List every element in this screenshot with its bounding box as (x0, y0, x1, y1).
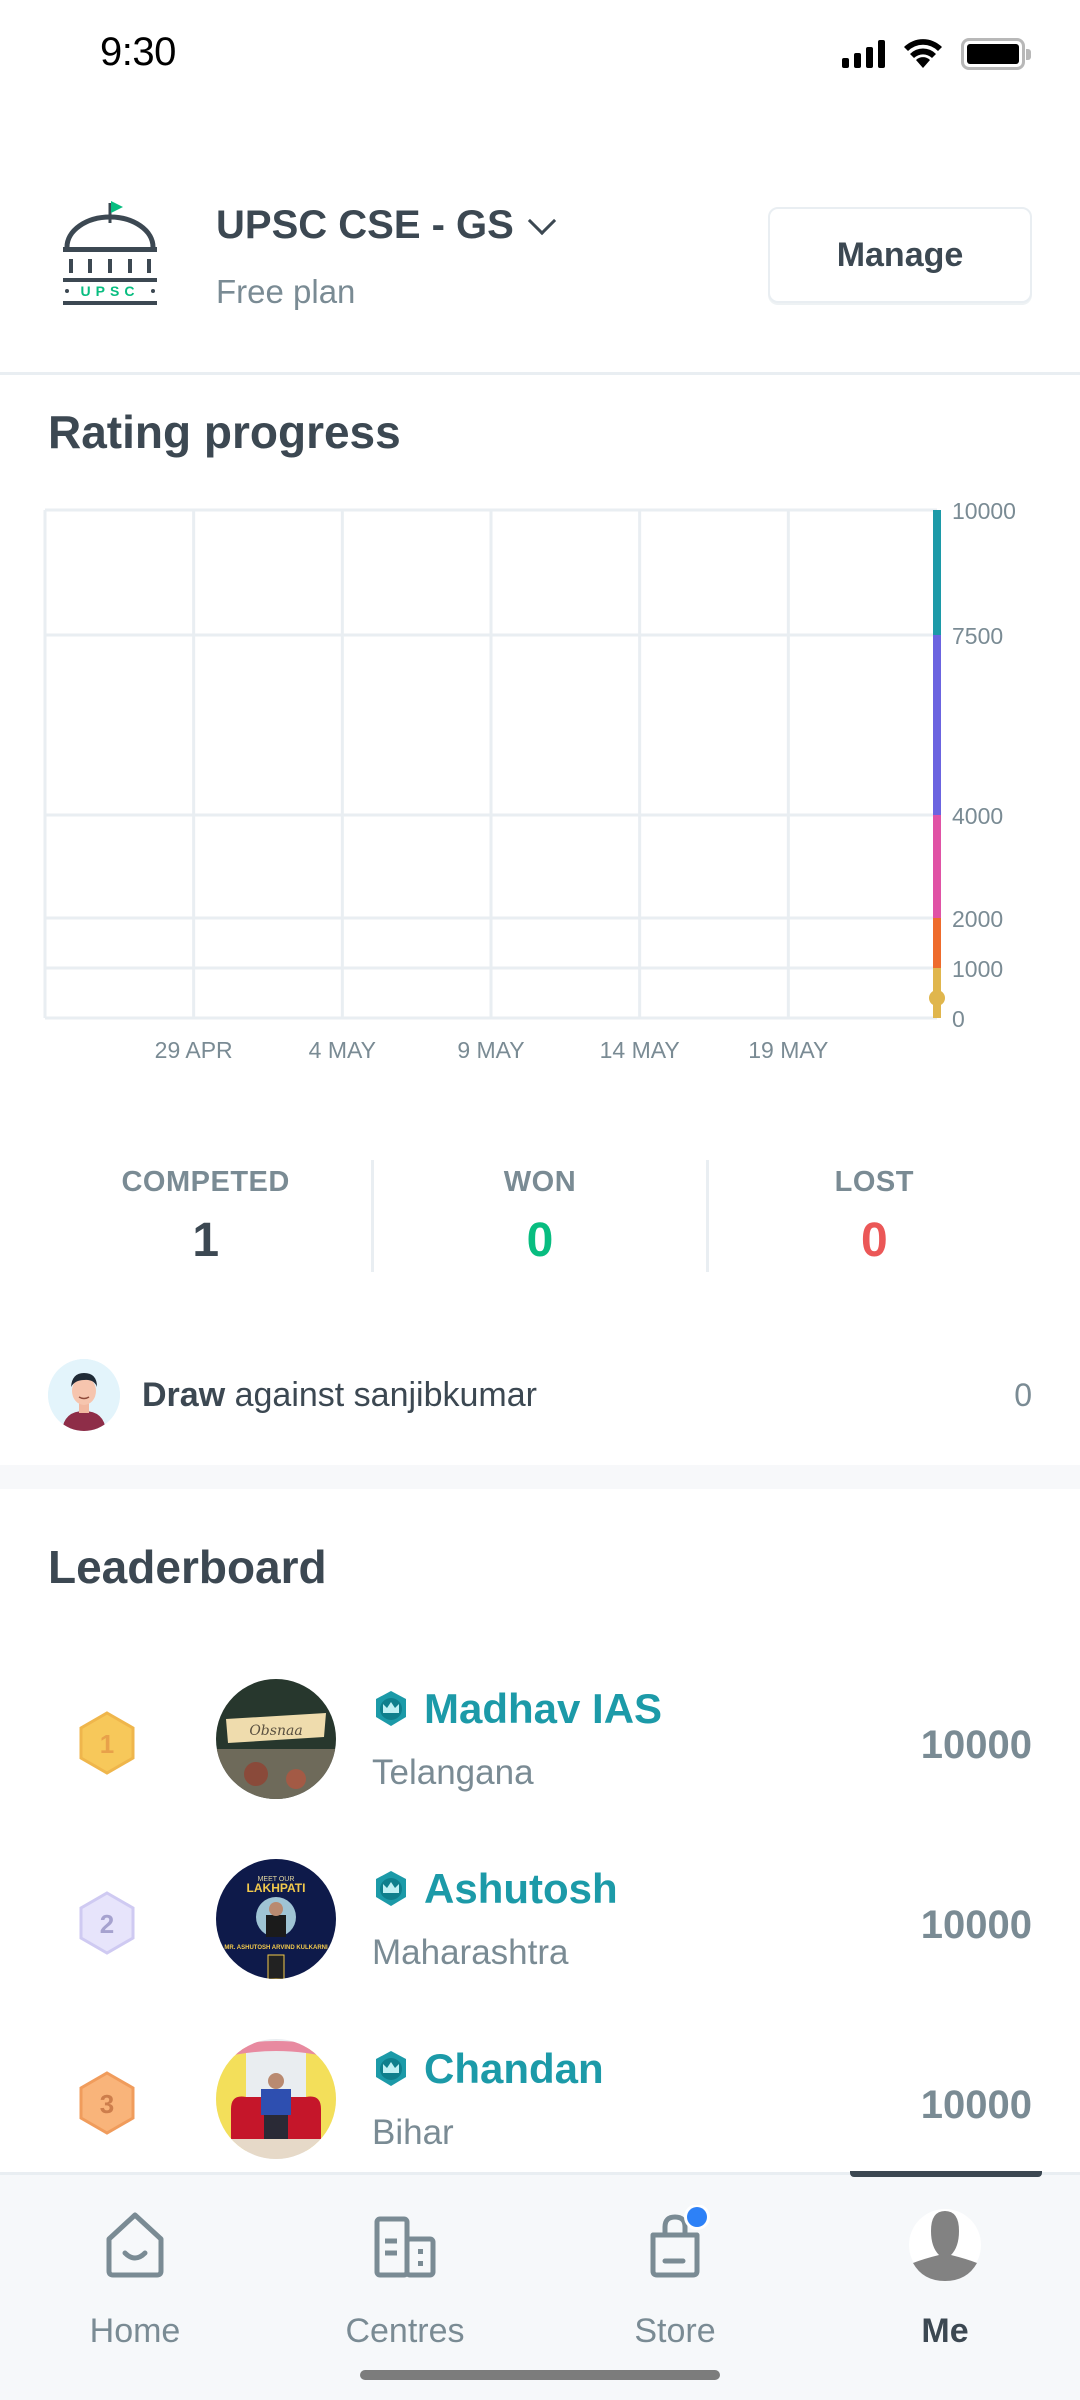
match-history-item[interactable]: Draw against sanjibkumar 0 (48, 1355, 1032, 1435)
y-tick-label: 0 (952, 1006, 965, 1032)
rating-progress-title: Rating progress (48, 406, 401, 458)
rank-number: 2 (100, 1909, 114, 1939)
rating-band (933, 918, 941, 968)
nav-item-centres[interactable]: Centres (305, 2205, 505, 2351)
stat-lost: LOST 0 (705, 1160, 1040, 1272)
user-score: 10000 (920, 1903, 1032, 1947)
leaderboard-row[interactable]: 1 Obsnaa Madhav IAS Telangana 10000 (0, 1675, 1080, 1805)
match-opponent: against sanjibkumar (225, 1375, 537, 1414)
stat-won-value: 0 (526, 1214, 554, 1267)
stat-lost-label: LOST (834, 1166, 914, 1198)
store-notification-dot (687, 2207, 707, 2227)
manage-button[interactable]: Manage (768, 207, 1032, 303)
rating-band (933, 510, 941, 635)
profile-avatar-icon (909, 2209, 981, 2281)
user-score: 10000 (920, 2083, 1032, 2127)
user-name: Chandan (424, 2045, 604, 2092)
status-time: 9:30 (100, 30, 176, 74)
wifi-icon (904, 39, 942, 68)
home-icon (106, 2212, 164, 2278)
crown-badge-icon (376, 1691, 406, 1726)
rank-number: 1 (100, 1729, 114, 1759)
rating-chart-svg: 0 1000 2000 4000 7500 10000 29 APR 4 MAY 9 MAY 14… (43, 498, 1016, 1063)
y-tick-label: 1000 (952, 956, 1003, 982)
stat-competed: COMPETED 1 (40, 1160, 371, 1272)
match-result: Draw (142, 1375, 226, 1414)
user-name: Madhav IAS (424, 1685, 663, 1732)
leaderboard-row[interactable]: 2 MEET OUR LAKHPATI MR. ASHUTOSH ARVIND … (0, 1855, 1080, 1985)
goal-title: UPSC CSE - GS (216, 203, 514, 247)
svg-text:MR. ASHUTOSH ARVIND KULKARNI: MR. ASHUTOSH ARVIND KULKARNI (224, 1945, 328, 1951)
user-name-row: Chandan (372, 2045, 604, 2093)
stat-competed-label: COMPETED (121, 1166, 290, 1198)
y-tick-label: 10000 (952, 498, 1016, 524)
logo-text: UPSC (81, 283, 140, 299)
user-state: Telangana (372, 1753, 534, 1792)
rating-band (933, 635, 941, 815)
status-icons (842, 38, 1031, 70)
section-divider (0, 1465, 1080, 1489)
x-tick-label: 4 MAY (309, 1037, 376, 1063)
match-rating-change: 0 (1014, 1376, 1032, 1413)
rank-bronze-badge-icon: 3 (79, 2071, 135, 2135)
upsc-logo-icon: UPSC (63, 201, 157, 305)
chevron-down-icon (527, 206, 556, 235)
user-avatar: MEET OUR LAKHPATI MR. ASHUTOSH ARVIND KU… (216, 1859, 336, 1979)
nav-label-store: Store (634, 2312, 716, 2350)
y-tick-label: 7500 (952, 623, 1003, 649)
crown-badge-icon (376, 2051, 406, 2086)
bottom-navigation: Home Centres Store Me (0, 2171, 1080, 2400)
nav-label-home: Home (89, 2312, 181, 2350)
status-bar: 9:30 (0, 0, 1080, 110)
match-description: Draw against sanjibkumar (142, 1376, 537, 1415)
rating-chart: 0 1000 2000 4000 7500 10000 29 APR 4 MAY 9 MAY 14… (0, 490, 1080, 1090)
battery-icon (961, 38, 1031, 70)
rank-gold-badge-icon: 1 (79, 1711, 135, 1775)
nav-active-indicator (850, 2171, 1042, 2177)
leaderboard-row[interactable]: 3 Chandan Bihar 10000 (0, 2035, 1080, 2165)
goal-selector[interactable]: UPSC CSE - GS (216, 203, 556, 248)
rank-number: 3 (100, 2089, 114, 2119)
x-tick-label: 9 MAY (457, 1037, 524, 1063)
user-state: Bihar (372, 2113, 454, 2152)
stat-won-label: WON (503, 1166, 577, 1198)
user-name: Ashutosh (424, 1865, 618, 1912)
stat-competed-value: 1 (192, 1214, 220, 1267)
store-bag-icon (650, 2204, 710, 2278)
x-tick-label: 14 MAY (600, 1037, 680, 1063)
nav-label-me: Me (921, 2312, 969, 2350)
centres-building-icon (374, 2216, 436, 2278)
leaderboard-title: Leaderboard (48, 1541, 327, 1593)
opponent-avatar (48, 1359, 120, 1431)
stat-won: WON 0 (371, 1160, 705, 1272)
svg-text:Obsnaa: Obsnaa (249, 1723, 302, 1739)
nav-item-me[interactable]: Me (845, 2205, 1045, 2351)
user-state: Maharashtra (372, 1933, 569, 1972)
rating-band (933, 815, 941, 918)
cellular-signal-icon (842, 40, 885, 68)
home-indicator[interactable] (360, 2370, 720, 2380)
y-tick-label: 2000 (952, 906, 1003, 932)
rank-silver-badge-icon: 2 (79, 1891, 135, 1955)
contest-stats: COMPETED 1 WON 0 LOST 0 (0, 1160, 1080, 1272)
crown-badge-icon (376, 1871, 406, 1906)
svg-text:LAKHPATI: LAKHPATI (247, 1881, 306, 1895)
plan-label: Free plan (216, 273, 356, 310)
y-tick-label: 4000 (952, 803, 1003, 829)
nav-item-home[interactable]: Home (35, 2205, 235, 2351)
nav-label-centres: Centres (345, 2312, 465, 2350)
user-name-row: Ashutosh (372, 1865, 618, 1913)
user-score: 10000 (920, 1723, 1032, 1767)
x-tick-label: 19 MAY (748, 1037, 828, 1063)
x-tick-label: 29 APR (155, 1037, 233, 1063)
current-rating-marker (929, 990, 945, 1006)
user-avatar (216, 2039, 336, 2159)
user-name-row: Madhav IAS (372, 1685, 662, 1733)
goal-header: UPSC UPSC CSE - GS Free plan Manage (0, 185, 1080, 375)
user-avatar: Obsnaa (216, 1679, 336, 1799)
stat-lost-value: 0 (860, 1214, 888, 1267)
nav-item-store[interactable]: Store (575, 2204, 775, 2351)
